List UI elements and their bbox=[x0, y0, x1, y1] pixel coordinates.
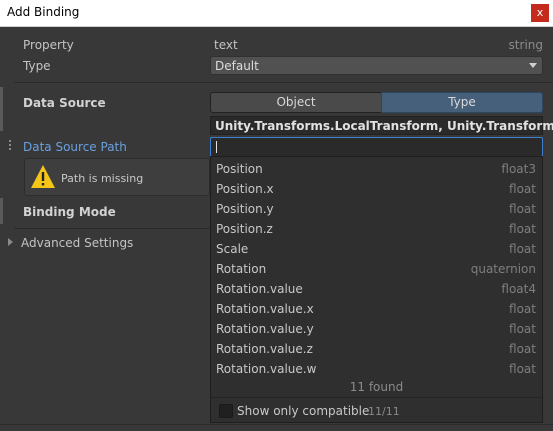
property-value: text bbox=[214, 38, 238, 52]
data-source-path-label: Data Source Path bbox=[23, 140, 127, 154]
item-type: float bbox=[509, 302, 536, 316]
warning-box: Path is missing bbox=[24, 158, 210, 196]
property-label: Property bbox=[23, 38, 74, 52]
item-name: Rotation.value.z bbox=[216, 342, 313, 356]
item-type: float bbox=[509, 342, 536, 356]
data-source-type-value: Unity.Transforms.LocalTransform, Unity.T… bbox=[215, 119, 553, 133]
property-type: string bbox=[508, 38, 543, 52]
warning-message: Path is missing bbox=[61, 172, 144, 185]
item-type: float bbox=[509, 362, 536, 376]
divider bbox=[211, 397, 542, 398]
item-name: Scale bbox=[216, 242, 249, 256]
item-name: Rotation.value.y bbox=[216, 322, 314, 336]
item-type: float4 bbox=[501, 282, 536, 296]
item-name: Position.y bbox=[216, 202, 274, 216]
chevron-right-icon[interactable] bbox=[8, 238, 13, 246]
list-item[interactable]: Scale float bbox=[211, 238, 542, 258]
binding-mode-label: Binding Mode bbox=[23, 205, 116, 219]
advanced-settings-foldout[interactable]: Advanced Settings bbox=[21, 236, 133, 250]
type-dropdown-value: Default bbox=[215, 59, 259, 73]
item-name: Position.x bbox=[216, 182, 274, 196]
data-source-label: Data Source bbox=[23, 96, 106, 110]
type-dropdown[interactable]: Default bbox=[210, 56, 543, 75]
item-name: Rotation.value.x bbox=[216, 302, 314, 316]
item-name: Rotation.value.w bbox=[216, 362, 317, 376]
list-item[interactable]: Rotation.value.y float bbox=[211, 318, 542, 338]
list-item[interactable]: Rotation.value.z float bbox=[211, 338, 542, 358]
item-type: float bbox=[509, 322, 536, 336]
found-count: 11 found bbox=[349, 380, 404, 394]
item-type: float bbox=[509, 202, 536, 216]
data-source-path-input[interactable] bbox=[210, 137, 543, 157]
list-item[interactable]: Rotation.value float4 bbox=[211, 278, 542, 298]
list-item[interactable]: Rotation.value.x float bbox=[211, 298, 542, 318]
chevron-down-icon bbox=[529, 63, 537, 68]
section-indicator bbox=[0, 87, 3, 131]
list-item[interactable]: Position float3 bbox=[211, 158, 542, 178]
type-label: Type bbox=[23, 59, 51, 73]
compatible-count: 11/11 bbox=[368, 405, 400, 418]
drag-handle-icon[interactable] bbox=[9, 140, 13, 152]
item-type: float bbox=[509, 222, 536, 236]
list-item[interactable]: Position.z float bbox=[211, 218, 542, 238]
list-item[interactable]: Position.x float bbox=[211, 178, 542, 198]
tab-object[interactable]: Object bbox=[210, 92, 382, 113]
item-type: float bbox=[509, 182, 536, 196]
item-name: Rotation.value bbox=[216, 282, 303, 296]
section-indicator bbox=[0, 198, 3, 224]
list-item[interactable]: Rotation quaternion bbox=[211, 258, 542, 278]
text-caret bbox=[216, 141, 217, 153]
divider bbox=[0, 424, 553, 425]
item-type: float bbox=[509, 242, 536, 256]
warning-icon bbox=[31, 165, 55, 188]
data-source-type-field[interactable]: Unity.Transforms.LocalTransform, Unity.T… bbox=[210, 116, 553, 135]
divider bbox=[14, 228, 210, 229]
completion-popup: Position float3 Position.x float Position.… bbox=[210, 156, 543, 423]
divider bbox=[14, 82, 553, 83]
item-name: Position bbox=[216, 162, 263, 176]
show-only-compatible-checkbox[interactable] bbox=[219, 404, 233, 418]
close-button[interactable]: x bbox=[531, 4, 549, 22]
item-type: float3 bbox=[501, 162, 536, 176]
item-type: quaternion bbox=[470, 262, 536, 276]
title-bar: Add Binding x bbox=[0, 0, 553, 27]
window-title: Add Binding bbox=[7, 5, 80, 19]
tab-type[interactable]: Type bbox=[381, 92, 543, 113]
list-item[interactable]: Rotation.value.w float bbox=[211, 358, 542, 378]
item-name: Rotation bbox=[216, 262, 267, 276]
item-name: Position.z bbox=[216, 222, 273, 236]
list-item[interactable]: Position.y float bbox=[211, 198, 542, 218]
show-only-compatible-label[interactable]: Show only compatible bbox=[237, 404, 369, 418]
